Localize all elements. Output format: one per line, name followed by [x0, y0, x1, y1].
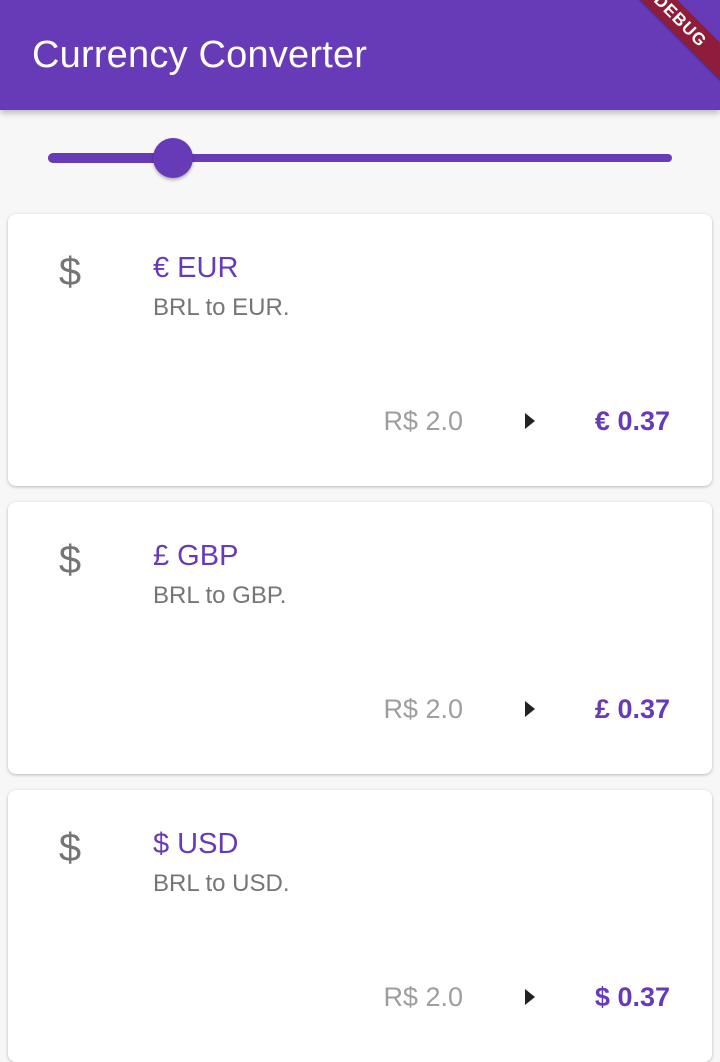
conversion-description: BRL to USD. — [153, 870, 290, 897]
currency-card-gbp[interactable]: $ £ GBP BRL to GBP. R$ 2.0 £ 0.37 — [8, 502, 712, 774]
source-amount: R$ 2.0 — [383, 406, 463, 436]
amount-slider[interactable] — [48, 134, 672, 182]
converted-amount: £ 0.37 — [594, 694, 670, 724]
debug-banner-container: DEBUG — [600, 0, 720, 120]
dollar-icon: $ — [58, 538, 82, 582]
debug-banner: DEBUG — [610, 0, 720, 91]
conversion-description: BRL to EUR. — [153, 294, 290, 321]
converted-amount: € 0.37 — [594, 406, 670, 436]
arrow-right-icon — [525, 989, 535, 1005]
converted-amount: $ 0.37 — [594, 982, 670, 1012]
conversion-description: BRL to GBP. — [153, 582, 287, 609]
currency-card-eur[interactable]: $ € EUR BRL to EUR. R$ 2.0 € 0.37 — [8, 214, 712, 486]
arrow-right-icon — [525, 701, 535, 717]
slider-thumb[interactable] — [153, 138, 193, 178]
currency-card-usd[interactable]: $ $ USD BRL to USD. R$ 2.0 $ 0.37 — [8, 790, 712, 1062]
currency-title: $ USD — [153, 828, 239, 860]
source-amount: R$ 2.0 — [383, 982, 463, 1012]
dollar-icon: $ — [58, 250, 82, 294]
dollar-icon: $ — [58, 826, 82, 870]
app-bar-title: Currency Converter — [32, 34, 368, 76]
currency-title: € EUR — [153, 252, 239, 284]
currency-title: £ GBP — [153, 540, 239, 572]
source-amount: R$ 2.0 — [383, 694, 463, 724]
arrow-right-icon — [525, 413, 535, 429]
